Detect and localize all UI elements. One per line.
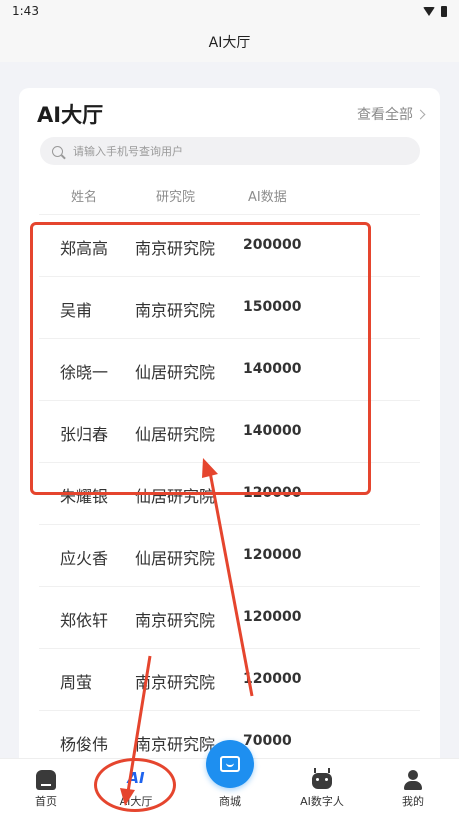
column-header-institute: 研究院 [156,190,196,205]
nav-label: 我的 [402,795,424,808]
row-name: 应火香 [60,549,109,568]
nav-item-ai-digital-human[interactable]: AI数字人 [282,759,362,817]
annotation-highlight-box [30,222,371,495]
table-row[interactable]: 周萤 南京研究院 120000 [39,648,420,710]
home-icon [36,770,56,790]
page-title: AI大厅 [208,35,251,51]
row-name: 周萤 [60,673,93,692]
battery-icon [441,5,447,17]
card-title: AI大厅 [37,103,104,127]
title-bar: AI大厅 [0,22,459,62]
row-value: 120000 [243,547,302,563]
robot-icon [312,768,332,789]
chevron-right-icon [415,109,426,119]
status-time: 1:43 [12,4,39,18]
row-institute: 仙居研究院 [135,549,216,568]
nav-label: 商城 [219,795,241,808]
table-row[interactable]: 应火香 仙居研究院 120000 [39,524,420,586]
status-bar: 1:43 [0,0,459,22]
nav-item-me[interactable]: 我的 [373,759,453,817]
search-icon [52,145,63,157]
nav-item-home[interactable]: 首页 [6,759,86,817]
mall-center-button[interactable] [206,740,254,788]
row-institute: 南京研究院 [135,735,216,754]
column-header-ai-data: AI数据 [248,190,287,205]
row-value: 120000 [243,609,302,625]
annotation-highlight-ellipse [94,758,176,812]
table-header: 姓名 研究院 AI数据 [19,183,440,207]
row-value: 120000 [243,671,302,687]
nav-label: AI数字人 [300,795,344,808]
view-all-link[interactable]: 查看全部 [357,104,426,124]
wifi-icon [423,6,435,16]
nav-label: 首页 [35,795,57,808]
search-input[interactable] [73,144,393,158]
row-name: 郑依轩 [60,611,109,630]
row-name: 杨俊伟 [60,735,109,754]
row-value: 70000 [243,733,292,749]
shopping-bag-icon [220,756,240,772]
search-bar[interactable] [40,137,420,165]
view-all-label: 查看全部 [357,107,413,123]
column-header-name: 姓名 [71,190,98,205]
user-icon [403,770,423,790]
table-row[interactable]: 郑依轩 南京研究院 120000 [39,586,420,648]
status-icons [423,5,447,17]
card-header: AI大厅 查看全部 [19,98,440,130]
row-institute: 南京研究院 [135,611,216,630]
row-institute: 南京研究院 [135,673,216,692]
